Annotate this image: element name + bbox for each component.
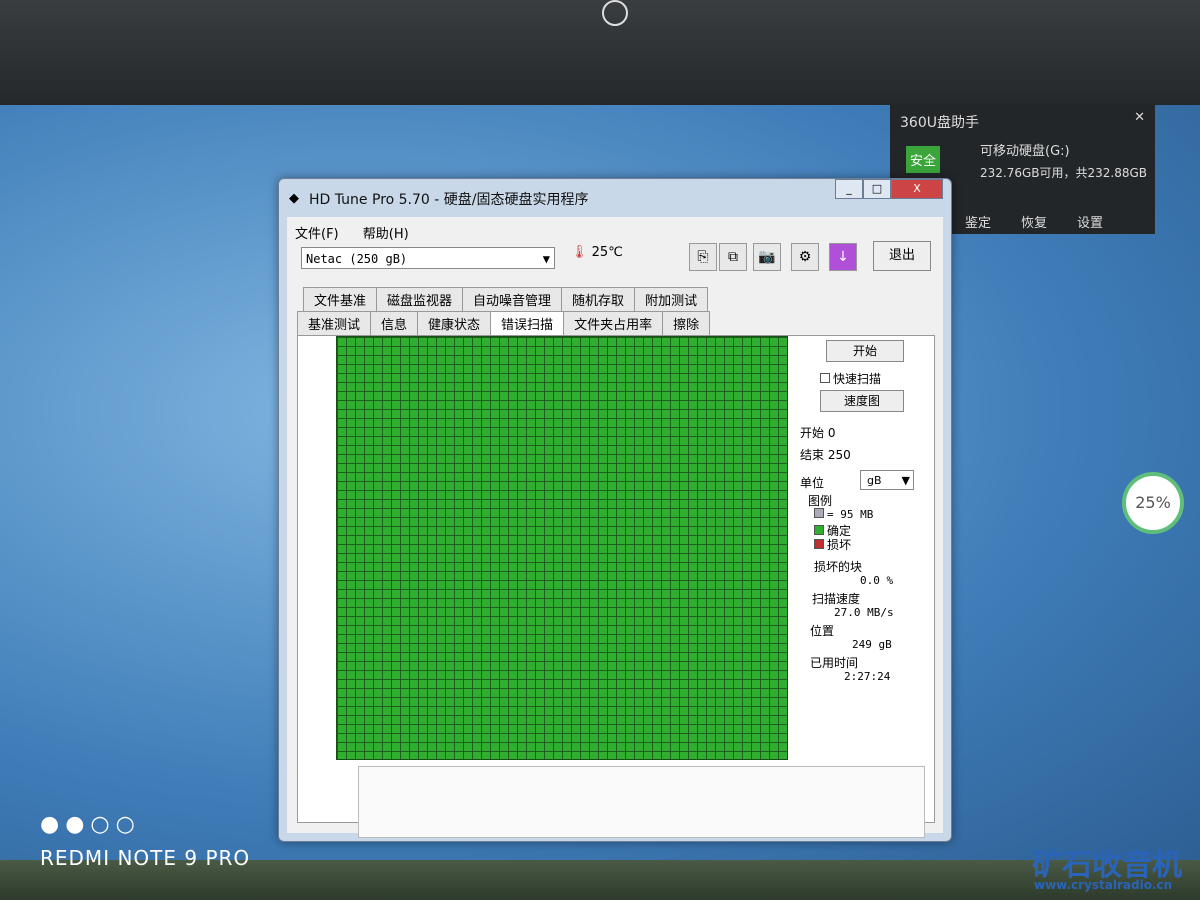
copy-text-icon[interactable]: ⎘ [689, 243, 717, 271]
tab-erase[interactable]: 擦除 [662, 311, 711, 335]
error-scan-panel: 开始 快速扫描 速度图 开始 0 结束 250 单位 gB ▼ 图例 = 95 M… [297, 335, 935, 838]
end-field[interactable]: 结束 250 [800, 446, 851, 463]
legend-bad: 损坏 [814, 536, 851, 553]
identify-button[interactable]: 鉴定 [965, 212, 991, 231]
elapsed-label: 已用时间 [810, 656, 859, 670]
temperature: 🌡 25℃ [571, 245, 623, 260]
drive-capacity: 232.76GB可用，共232.88GB [980, 166, 1148, 180]
damaged-label: 损坏的块 [814, 560, 863, 574]
restore-button[interactable]: 恢复 [1021, 212, 1047, 231]
hdtune-window: ◆ HD Tune Pro 5.70 - 硬盘/固态硬盘实用程序 _ □ X 文… [278, 178, 952, 842]
tab-disk-monitor[interactable]: 磁盘监视器 [376, 287, 464, 311]
unit-label: 单位 [800, 476, 825, 490]
start-label: 开始 [800, 426, 825, 440]
copy-all-icon[interactable]: ⧉ [719, 243, 747, 271]
drive-value: Netac (250 gB) [306, 252, 408, 266]
ok-swatch [814, 525, 824, 535]
menu-file[interactable]: 文件(F) [295, 227, 339, 242]
elapsed-value: 2:27:24 [844, 670, 891, 683]
screenshot-icon[interactable]: 📷 [753, 243, 781, 271]
block-swatch [814, 508, 824, 518]
camera-dots: ●●○○ [40, 812, 141, 837]
options-icon[interactable]: ⚙ [791, 243, 819, 271]
tab-aam[interactable]: 自动噪音管理 [462, 287, 563, 311]
tab-random-access[interactable]: 随机存取 [561, 287, 636, 311]
tab-folder-usage[interactable]: 文件夹占用率 [563, 311, 664, 335]
close-button[interactable]: X [891, 179, 943, 199]
quick-scan-label: 快速扫描 [833, 372, 882, 386]
damaged-value: 0.0 % [860, 574, 894, 587]
scan-log [358, 766, 925, 838]
unit-value: gB [867, 474, 882, 487]
cpu-widget[interactable]: 25% [1122, 472, 1184, 534]
close-icon[interactable]: ✕ [1134, 110, 1145, 125]
exit-button[interactable]: 退出 [873, 241, 931, 271]
chevron-down-icon: ▼ [901, 474, 910, 487]
speed-label: 扫描速度 [812, 592, 861, 606]
tab-error-scan[interactable]: 错误扫描 [490, 311, 565, 335]
thermometer-icon: 🌡 [571, 245, 588, 260]
settings-button[interactable]: 设置 [1077, 212, 1103, 231]
drive-name: 可移动硬盘(G:) [980, 144, 1070, 159]
legend-bad-text: 损坏 [827, 538, 852, 552]
start-field[interactable]: 开始 0 [800, 424, 835, 441]
legend-block-size: = 95 MB [814, 508, 873, 521]
chevron-down-icon: ▼ [542, 252, 550, 266]
position-label: 位置 [810, 624, 835, 638]
end-value[interactable]: 250 [828, 448, 851, 462]
monitor-bezel [0, 0, 1200, 105]
popup-title: 360U盘助手 [900, 115, 979, 131]
quick-scan-checkbox[interactable]: 快速扫描 [820, 370, 881, 387]
tab-file-benchmark[interactable]: 文件基准 [303, 287, 378, 311]
position-value: 249 gB [852, 638, 892, 651]
start-value[interactable]: 0 [828, 426, 836, 440]
start-button[interactable]: 开始 [826, 340, 904, 362]
save-icon[interactable]: ↓ [829, 243, 857, 271]
maximize-button[interactable]: □ [863, 179, 891, 199]
tab-benchmark[interactable]: 基准测试 [297, 311, 372, 335]
menu-help[interactable]: 帮助(H) [363, 227, 409, 242]
drive-select[interactable]: Netac (250 gB) ▼ [301, 247, 555, 269]
app-icon: ◆ [289, 191, 299, 206]
bad-swatch [814, 539, 824, 549]
window-title: HD Tune Pro 5.70 - 硬盘/固态硬盘实用程序 [309, 192, 589, 208]
safe-badge: 安全 [906, 146, 941, 173]
temperature-value: 25℃ [591, 245, 623, 260]
client-area: 文件(F) 帮助(H) Netac (250 gB) ▼ 🌡 25℃ ⎘ ⧉ 📷 … [287, 217, 943, 838]
checkbox-box[interactable] [820, 373, 830, 383]
speed-value: 27.0 MB/s [834, 606, 894, 619]
tab-info[interactable]: 信息 [370, 311, 419, 335]
tab-extra-tests[interactable]: 附加测试 [634, 287, 709, 311]
site-url: www.crystalradio.cn [1034, 878, 1173, 892]
scan-block-map [336, 336, 788, 760]
tab-health[interactable]: 健康状态 [417, 311, 492, 335]
unit-select[interactable]: gB ▼ [860, 470, 914, 490]
speed-map-button[interactable]: 速度图 [820, 390, 904, 412]
legend-block-text: = 95 MB [827, 508, 874, 521]
end-label: 结束 [800, 448, 825, 462]
minimize-button[interactable]: _ [835, 179, 863, 199]
phone-watermark: REDMI NOTE 9 PRO [40, 846, 251, 870]
camera-icon [602, 0, 628, 26]
legend-title: 图例 [808, 494, 833, 508]
